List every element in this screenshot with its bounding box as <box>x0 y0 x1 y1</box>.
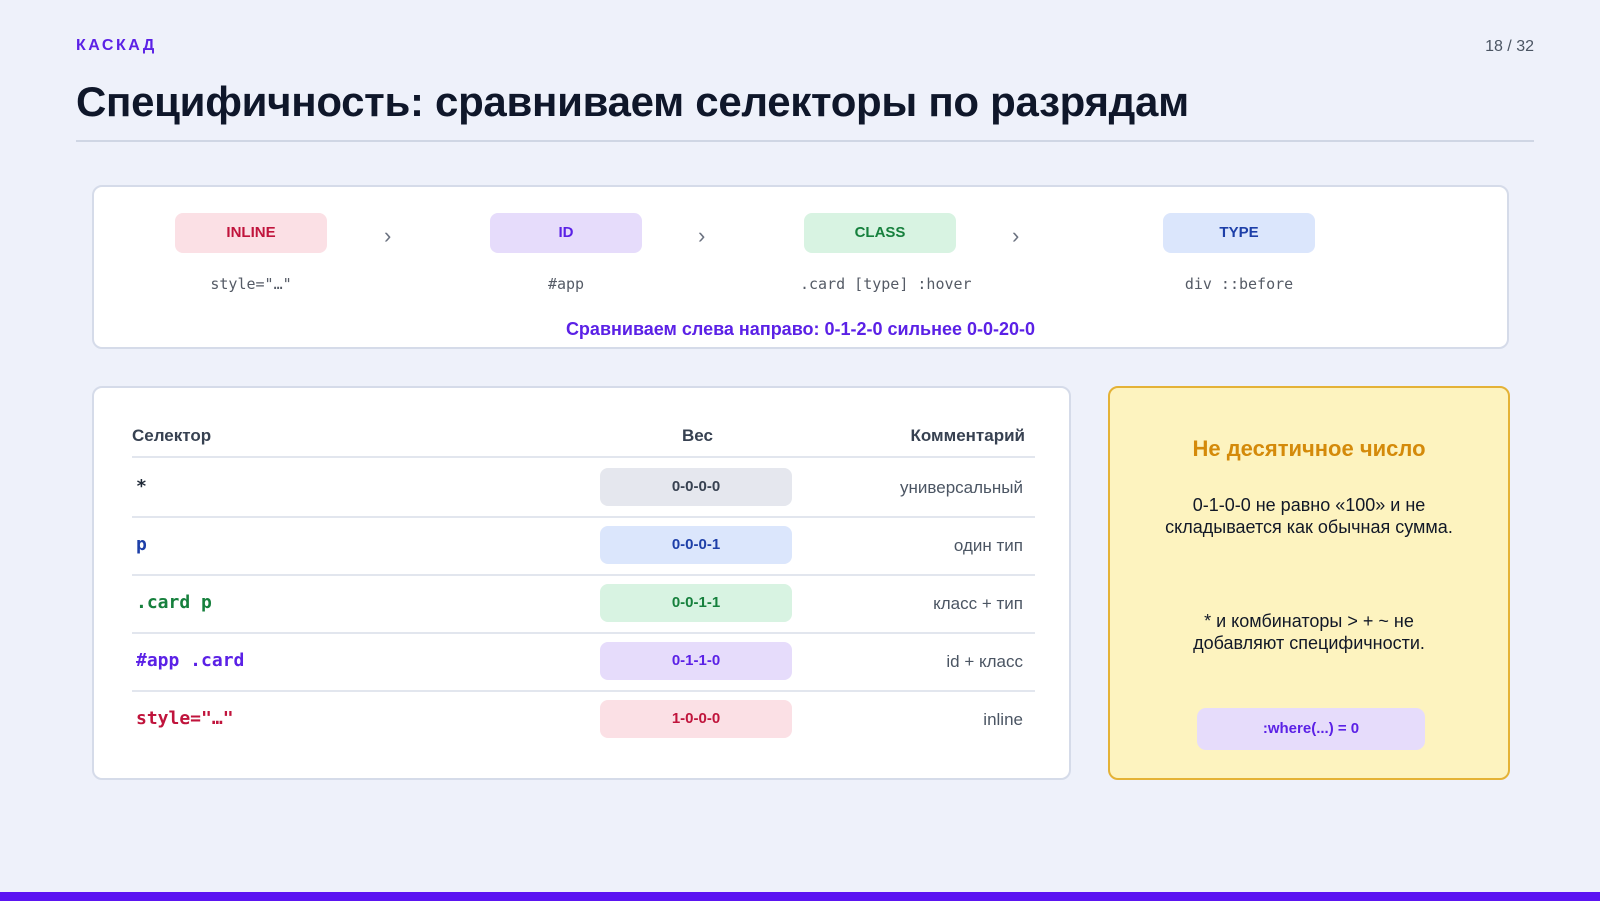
rank-pill-class: CLASS <box>804 213 956 253</box>
row-weight-badge: 0-0-0-0 <box>600 468 792 506</box>
rank-example-id: #app <box>547 275 585 293</box>
page-number: 18 / 32 <box>1485 38 1534 55</box>
where-zero-badge: :where(...) = 0 <box>1197 708 1425 750</box>
row-selector: style="…" <box>136 708 234 729</box>
bottom-accent-bar <box>0 892 1600 901</box>
row-selector: p <box>136 534 147 555</box>
rank-pill-id: ID <box>490 213 642 253</box>
chevron-right-icon: › <box>384 223 392 248</box>
table-row: #app .card 0-1-1-0 id + класс <box>132 634 1035 692</box>
rank-example-class: .card [type] :hover <box>800 275 972 293</box>
header-comment: Комментарий <box>910 426 1025 445</box>
row-weight-badge: 0-1-1-0 <box>600 642 792 680</box>
rank-example-inline: style="…" <box>210 275 292 293</box>
row-comment: класс + тип <box>933 594 1023 613</box>
section-kicker: КАСКАД <box>76 37 157 54</box>
row-weight-badge: 1-0-0-0 <box>600 700 792 738</box>
table-row: style="…" 1-0-0-0 inline <box>132 692 1035 750</box>
row-comment: id + класс <box>946 652 1023 671</box>
note-paragraph: * и комбинаторы > + ~ не добавляют специ… <box>1193 611 1425 653</box>
chevron-right-icon: › <box>698 223 706 248</box>
table-header: Селектор Вес Комментарий <box>132 426 1035 458</box>
rank-comparison-note: Сравниваем слева направо: 0-1-2-0 сильне… <box>565 319 1036 339</box>
specificity-table: Селектор Вес Комментарий * 0-0-0-0 униве… <box>92 386 1071 780</box>
rank-pill-type: TYPE <box>1163 213 1315 253</box>
rank-type: TYPE div ::before <box>1159 213 1319 293</box>
rank-inline: INLINE style="…" <box>171 213 331 293</box>
rank-example-type: div ::before <box>1184 275 1294 293</box>
rank-order-card: INLINE style="…" › ID #app › CLASS .card… <box>92 185 1509 349</box>
row-comment: один тип <box>953 536 1023 555</box>
row-selector: .card p <box>136 592 212 613</box>
title-divider <box>76 140 1534 142</box>
row-weight-badge: 0-0-0-1 <box>600 526 792 564</box>
note-title: Не десятичное число <box>1192 436 1426 461</box>
rank-class: CLASS .card [type] :hover <box>800 213 972 293</box>
row-selector: #app .card <box>136 650 245 671</box>
row-comment: универсальный <box>900 478 1023 497</box>
table-row: .card p 0-0-1-1 класс + тип <box>132 576 1035 634</box>
note-paragraph: 0-1-0-0 не равно «100» и не складывается… <box>1165 495 1453 537</box>
rank-pill-inline: INLINE <box>175 213 327 253</box>
rank-id: ID #app <box>486 213 646 293</box>
table-row: * 0-0-0-0 универсальный <box>132 460 1035 518</box>
header-weight: Вес <box>682 426 713 445</box>
note-callout: Не десятичное число 0-1-0-0 не равно «10… <box>1108 386 1510 780</box>
chevron-right-icon: › <box>1012 223 1020 248</box>
row-comment: inline <box>983 710 1023 729</box>
slide-title: Специфичность: сравниваем селекторы по р… <box>76 78 1189 125</box>
row-selector: * <box>136 476 147 497</box>
row-weight-badge: 0-0-1-1 <box>600 584 792 622</box>
header-selector: Селектор <box>132 426 212 445</box>
table-row: p 0-0-0-1 один тип <box>132 518 1035 576</box>
